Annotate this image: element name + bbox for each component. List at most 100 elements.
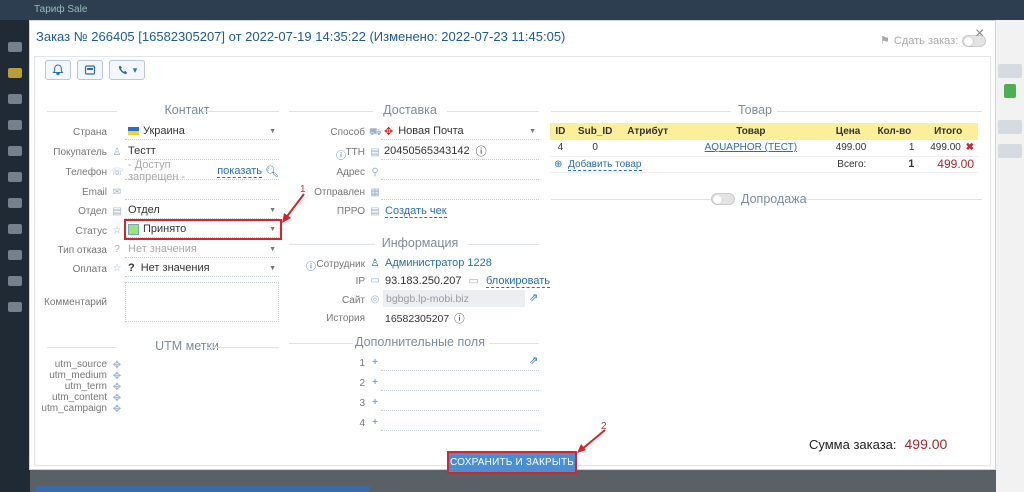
order-sum-label: Сумма заказа:: [809, 437, 897, 452]
department-select[interactable]: Отдел: [125, 202, 279, 219]
external-link-icon[interactable]: ⇗: [529, 291, 538, 304]
extra-field-input[interactable]: [381, 414, 539, 431]
app-topbar: Тариф Sale: [0, 0, 1024, 20]
show-phone-link[interactable]: показать: [217, 165, 263, 178]
external-link-icon[interactable]: ⇗: [529, 354, 538, 367]
block-ip-link[interactable]: блокировать: [486, 275, 551, 288]
phone-input[interactable]: - Доступ запрещен - показать 🔍︎: [125, 159, 279, 183]
background-panel: [996, 20, 1024, 492]
utm-term-label: utm_term: [64, 381, 107, 392]
send-order-toggle[interactable]: ⚑ Сдать заказ:: [880, 34, 987, 47]
crosshair-icon: ✥: [112, 404, 122, 415]
reject-type-select[interactable]: Нет значения: [125, 241, 279, 258]
star-icon: ☆: [112, 263, 122, 274]
sidebar-icon[interactable]: [8, 68, 22, 78]
extra-field-label: 1: [359, 358, 365, 369]
column-header: Товар: [675, 123, 826, 140]
save-and-close-button[interactable]: СОХРАНИТЬ И ЗАКРЫТЬ: [447, 451, 577, 474]
extra-field-input[interactable]: [381, 374, 539, 391]
sent-label: Отправлен: [314, 187, 365, 198]
send-order-label: Сдать заказ:: [893, 34, 959, 47]
address-label: Адрес: [336, 167, 365, 178]
cell-total: 499.00: [930, 142, 961, 154]
comment-label: Комментарий: [44, 297, 107, 308]
background-button[interactable]: [1004, 84, 1016, 98]
sidebar-icon[interactable]: [8, 120, 22, 130]
order-sum: Сумма заказа: 499.00: [809, 436, 947, 452]
country-select[interactable]: Украина: [125, 123, 279, 140]
star-icon: ☆: [112, 225, 122, 236]
ttn-label: ТТН: [345, 147, 365, 158]
upsell-switch[interactable]: [711, 193, 735, 205]
email-input[interactable]: [125, 183, 279, 200]
site-label: Сайт: [341, 295, 365, 306]
ttn-input[interactable]: 20450565343142 ⓘ: [381, 143, 539, 160]
sent-date-input[interactable]: [381, 183, 539, 200]
sidebar-icon[interactable]: [8, 302, 22, 312]
nova-poshta-icon: ✥: [384, 125, 394, 138]
crosshair-icon: ✥: [112, 360, 122, 371]
sidebar-icon[interactable]: [8, 42, 22, 52]
sidebar-icon[interactable]: [8, 198, 22, 208]
upsell-toggle[interactable]: Допродажа: [711, 192, 807, 206]
total-qty: 1: [870, 156, 919, 173]
buyer-input[interactable]: Тестт: [125, 143, 279, 160]
crosshair-icon: ✥: [112, 371, 122, 382]
utm-section-title: UTM метки: [105, 339, 269, 353]
flag-icon: ⚑: [880, 35, 890, 47]
site-input[interactable]: bgbgb.lp-mobi.biz: [383, 290, 525, 307]
building-icon: ▤: [112, 206, 122, 217]
sidebar-icon[interactable]: [8, 224, 22, 234]
extra-field-input[interactable]: [381, 394, 539, 411]
sidebar-icon[interactable]: [8, 172, 22, 182]
chevron-down-icon: ▾: [132, 64, 138, 75]
employee-label: Сотрудник: [316, 259, 365, 270]
total-label: Всего:: [825, 156, 871, 173]
address-input[interactable]: [381, 163, 539, 180]
shipping-method-select[interactable]: ✥ Новая Почта: [381, 123, 539, 140]
delivery-section-title: Доставка: [365, 103, 455, 117]
sidebar-icon[interactable]: [8, 146, 22, 156]
payment-select[interactable]: ? Нет значения: [125, 260, 279, 277]
extra-field-label: 2: [359, 378, 365, 389]
contact-section-title: Контакт: [105, 103, 269, 117]
close-button[interactable]: ×: [975, 25, 984, 43]
extra-field-input[interactable]: [381, 354, 539, 371]
phone-dropdown-button[interactable]: ▾: [109, 60, 145, 80]
sidebar-icon[interactable]: [8, 276, 22, 286]
plus-icon[interactable]: +: [369, 397, 381, 408]
bell-button[interactable]: [45, 60, 71, 80]
buyer-label: Покупатель: [53, 147, 107, 158]
plus-icon[interactable]: +: [369, 417, 381, 428]
card-button[interactable]: [77, 60, 103, 80]
info-icon[interactable]: ⓘ: [476, 143, 487, 159]
column-header: Итого: [918, 123, 978, 140]
cell-qty: 1: [870, 140, 919, 157]
add-product-link[interactable]: Добавить товар: [568, 158, 642, 171]
utm-medium-label: utm_medium: [49, 370, 107, 381]
column-header: Кол-во: [870, 123, 919, 140]
plus-icon[interactable]: +: [369, 357, 381, 368]
create-receipt-link[interactable]: Создать чек: [385, 205, 447, 218]
truck-icon: ⛟: [369, 127, 382, 138]
sidebar-icon[interactable]: [8, 250, 22, 260]
envelope-icon: ✉: [112, 187, 122, 198]
product-link[interactable]: AQUAPHOR (ТЕСТ): [705, 142, 797, 153]
comment-textarea[interactable]: [125, 282, 279, 322]
table-row: 4 0 AQUAPHOR (ТЕСТ) 499.00 1 499.00 ✖: [550, 140, 978, 157]
column-header: Цена: [825, 123, 871, 140]
delete-icon[interactable]: ✖: [966, 142, 974, 153]
sidebar-icon[interactable]: [8, 94, 22, 104]
cell-attribute: [619, 140, 676, 157]
search-icon[interactable]: 🔍︎: [265, 165, 279, 178]
info-icon[interactable]: ⓘ: [454, 313, 465, 325]
ip-value: 93.183.250.207: [385, 275, 462, 287]
background-button[interactable]: [998, 64, 1022, 78]
reject-type-label: Тип отказа: [57, 245, 107, 256]
background-button[interactable]: [998, 120, 1022, 134]
goods-table-header: ID Sub_ID Атрибут Товар Цена Кол-во Итог…: [550, 123, 978, 140]
chat-icon: ▭: [468, 275, 479, 287]
plus-icon[interactable]: +: [369, 377, 381, 388]
country-label: Страна: [72, 127, 107, 138]
background-button[interactable]: [998, 144, 1022, 158]
